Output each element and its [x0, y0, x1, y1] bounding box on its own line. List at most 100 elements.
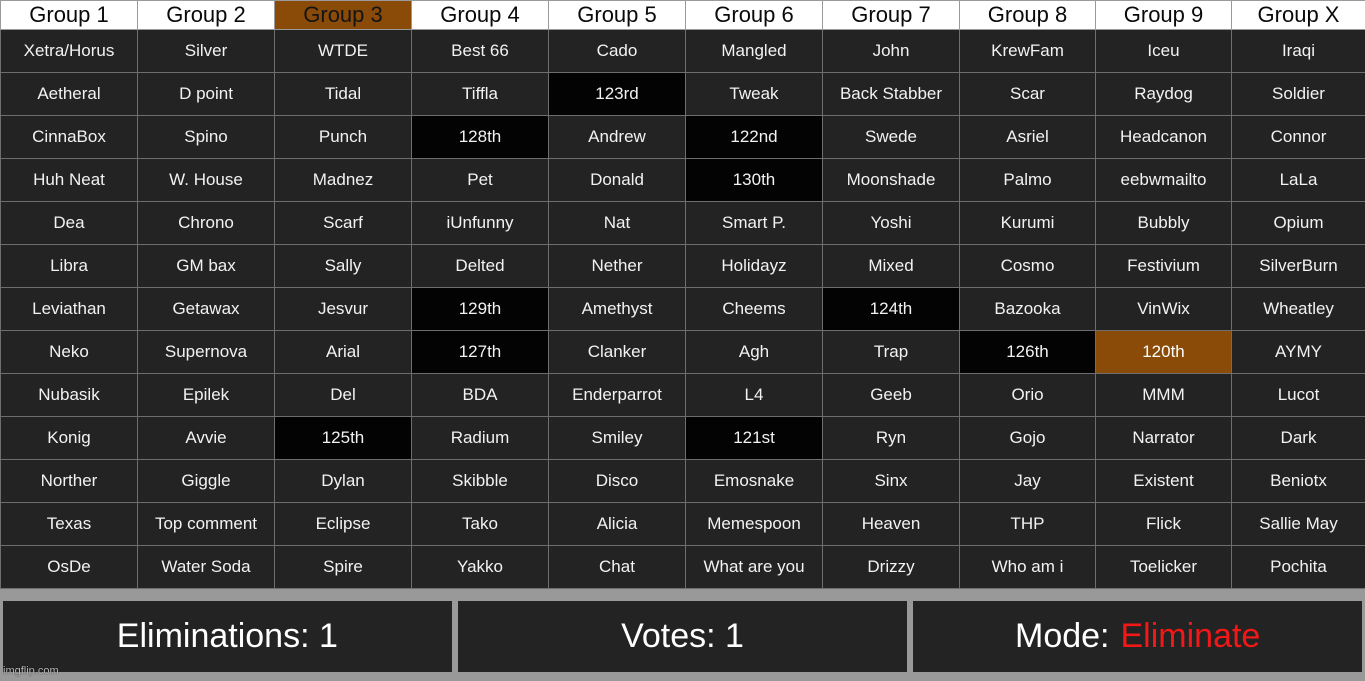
entry-cell[interactable]: Disco: [548, 459, 686, 503]
entry-cell[interactable]: Donald: [548, 158, 686, 202]
entry-cell[interactable]: Top comment: [137, 502, 275, 546]
entry-cell[interactable]: Raydog: [1095, 72, 1232, 116]
votes-panel[interactable]: Votes: 1: [457, 601, 908, 672]
entry-cell[interactable]: WTDE: [274, 29, 412, 73]
column-header-7[interactable]: Group 7: [822, 0, 960, 30]
entry-cell[interactable]: Enderparrot: [548, 373, 686, 417]
entry-cell[interactable]: Arial: [274, 330, 412, 374]
entry-cell[interactable]: Headcanon: [1095, 115, 1232, 159]
entry-cell[interactable]: Who am i: [959, 545, 1096, 589]
entry-cell[interactable]: Nubasik: [0, 373, 138, 417]
entry-cell[interactable]: Trap: [822, 330, 960, 374]
entry-cell[interactable]: Toelicker: [1095, 545, 1232, 589]
entry-cell[interactable]: Huh Neat: [0, 158, 138, 202]
entry-cell[interactable]: Best 66: [411, 29, 549, 73]
entry-cell[interactable]: Eclipse: [274, 502, 412, 546]
entry-cell[interactable]: 127th: [411, 330, 549, 374]
entry-cell[interactable]: Bubbly: [1095, 201, 1232, 245]
entry-cell[interactable]: 129th: [411, 287, 549, 331]
entry-cell[interactable]: Palmo: [959, 158, 1096, 202]
entry-cell[interactable]: Agh: [685, 330, 823, 374]
entry-cell[interactable]: Orio: [959, 373, 1096, 417]
entry-cell[interactable]: L4: [685, 373, 823, 417]
entry-cell[interactable]: GM bax: [137, 244, 275, 288]
entry-cell[interactable]: Nat: [548, 201, 686, 245]
entry-cell[interactable]: Sinx: [822, 459, 960, 503]
column-header-2[interactable]: Group 2: [137, 0, 275, 30]
entry-cell[interactable]: Dark: [1231, 416, 1365, 460]
entry-cell[interactable]: Radium: [411, 416, 549, 460]
entry-cell[interactable]: What are you: [685, 545, 823, 589]
entry-cell[interactable]: 128th: [411, 115, 549, 159]
entry-cell[interactable]: Giggle: [137, 459, 275, 503]
entry-cell[interactable]: THP: [959, 502, 1096, 546]
entry-cell[interactable]: Libra: [0, 244, 138, 288]
entry-cell[interactable]: Moonshade: [822, 158, 960, 202]
entry-cell[interactable]: Pet: [411, 158, 549, 202]
entry-cell[interactable]: Asriel: [959, 115, 1096, 159]
entry-cell[interactable]: Xetra/Horus: [0, 29, 138, 73]
entry-cell[interactable]: Alicia: [548, 502, 686, 546]
entry-cell[interactable]: Scarf: [274, 201, 412, 245]
entry-cell[interactable]: Emosnake: [685, 459, 823, 503]
entry-cell[interactable]: Chat: [548, 545, 686, 589]
entry-cell[interactable]: Flick: [1095, 502, 1232, 546]
entry-cell[interactable]: Wheatley: [1231, 287, 1365, 331]
entry-cell[interactable]: Cheems: [685, 287, 823, 331]
entry-cell[interactable]: Drizzy: [822, 545, 960, 589]
entry-cell[interactable]: Dea: [0, 201, 138, 245]
entry-cell[interactable]: Iceu: [1095, 29, 1232, 73]
entry-cell[interactable]: MMM: [1095, 373, 1232, 417]
entry-cell[interactable]: Jay: [959, 459, 1096, 503]
entry-cell[interactable]: John: [822, 29, 960, 73]
entry-cell[interactable]: Konig: [0, 416, 138, 460]
entry-cell[interactable]: Tweak: [685, 72, 823, 116]
entry-cell[interactable]: Dylan: [274, 459, 412, 503]
entry-cell[interactable]: CinnaBox: [0, 115, 138, 159]
entry-cell[interactable]: Yakko: [411, 545, 549, 589]
entry-cell[interactable]: Leviathan: [0, 287, 138, 331]
entry-cell[interactable]: 121st: [685, 416, 823, 460]
entry-cell[interactable]: Silver: [137, 29, 275, 73]
entry-cell[interactable]: D point: [137, 72, 275, 116]
entry-cell[interactable]: Chrono: [137, 201, 275, 245]
entry-cell[interactable]: Tako: [411, 502, 549, 546]
entry-cell[interactable]: Amethyst: [548, 287, 686, 331]
entry-cell[interactable]: Festivium: [1095, 244, 1232, 288]
entry-cell[interactable]: Jesvur: [274, 287, 412, 331]
entry-cell[interactable]: 126th: [959, 330, 1096, 374]
entry-cell[interactable]: 123rd: [548, 72, 686, 116]
entry-cell[interactable]: Yoshi: [822, 201, 960, 245]
entry-cell[interactable]: LaLa: [1231, 158, 1365, 202]
entry-cell[interactable]: KrewFam: [959, 29, 1096, 73]
entry-cell[interactable]: 120th: [1095, 330, 1232, 374]
entry-cell[interactable]: VinWix: [1095, 287, 1232, 331]
entry-cell[interactable]: Beniotx: [1231, 459, 1365, 503]
entry-cell[interactable]: OsDe: [0, 545, 138, 589]
entry-cell[interactable]: Scar: [959, 72, 1096, 116]
entry-cell[interactable]: Punch: [274, 115, 412, 159]
entry-cell[interactable]: Madnez: [274, 158, 412, 202]
entry-cell[interactable]: Texas: [0, 502, 138, 546]
entry-cell[interactable]: Skibble: [411, 459, 549, 503]
entry-cell[interactable]: Existent: [1095, 459, 1232, 503]
entry-cell[interactable]: Supernova: [137, 330, 275, 374]
entry-cell[interactable]: BDA: [411, 373, 549, 417]
entry-cell[interactable]: Cosmo: [959, 244, 1096, 288]
entry-cell[interactable]: Narrator: [1095, 416, 1232, 460]
entry-cell[interactable]: eebwmailto: [1095, 158, 1232, 202]
entry-cell[interactable]: Geeb: [822, 373, 960, 417]
entry-cell[interactable]: Nether: [548, 244, 686, 288]
column-header-9[interactable]: Group 9: [1095, 0, 1232, 30]
entry-cell[interactable]: Bazooka: [959, 287, 1096, 331]
entry-cell[interactable]: 124th: [822, 287, 960, 331]
entry-cell[interactable]: Gojo: [959, 416, 1096, 460]
column-header-8[interactable]: Group 8: [959, 0, 1096, 30]
entry-cell[interactable]: 125th: [274, 416, 412, 460]
entry-cell[interactable]: 130th: [685, 158, 823, 202]
entry-cell[interactable]: Norther: [0, 459, 138, 503]
entry-cell[interactable]: Pochita: [1231, 545, 1365, 589]
entry-cell[interactable]: Holidayz: [685, 244, 823, 288]
entry-cell[interactable]: SilverBurn: [1231, 244, 1365, 288]
entry-cell[interactable]: Tiffla: [411, 72, 549, 116]
